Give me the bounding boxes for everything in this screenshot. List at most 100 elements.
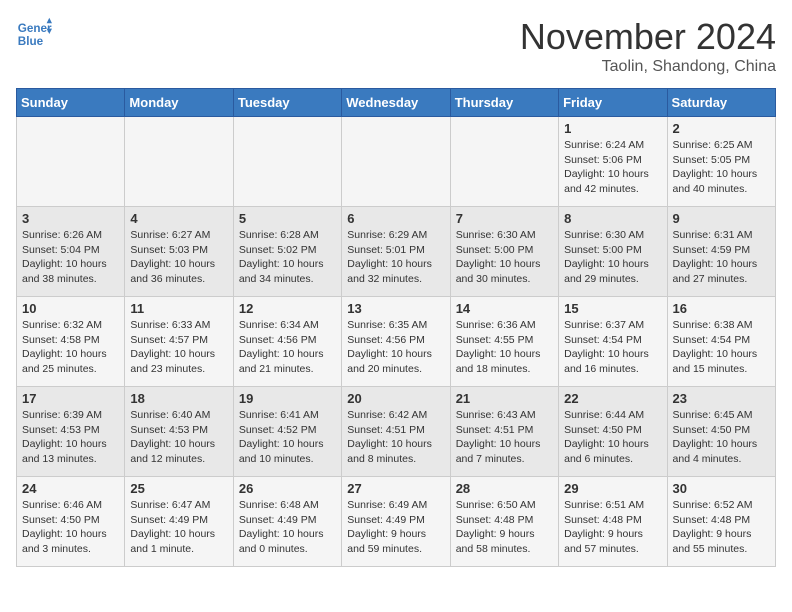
- day-cell: 11 Sunrise: 6:33 AM Sunset: 4:57 PM Dayli…: [125, 297, 233, 387]
- day-number: 24: [22, 481, 119, 496]
- day-cell: 24 Sunrise: 6:46 AM Sunset: 4:50 PM Dayli…: [17, 477, 125, 567]
- day-cell: 3Sunrise: 6:26 AM Sunset: 5:04 PM Daylig…: [17, 207, 125, 297]
- day-info: Sunrise: 6:33 AM Sunset: 4:57 PM Dayligh…: [130, 318, 227, 377]
- day-number: 18: [130, 391, 227, 406]
- day-number: 22: [564, 391, 661, 406]
- day-info: Sunrise: 6:42 AM Sunset: 4:51 PM Dayligh…: [347, 408, 444, 467]
- day-cell: 20Sunrise: 6:42 AM Sunset: 4:51 PM Dayli…: [342, 387, 450, 477]
- day-cell: 21 Sunrise: 6:43 AM Sunset: 4:51 PM Dayli…: [450, 387, 558, 477]
- calendar-table: SundayMondayTuesdayWednesdayThursdayFrid…: [16, 88, 776, 567]
- page-header: General Blue General Blue November 2024 …: [16, 16, 776, 76]
- day-number: 21: [456, 391, 553, 406]
- day-cell: 4 Sunrise: 6:27 AM Sunset: 5:03 PM Daylig…: [125, 207, 233, 297]
- header-tuesday: Tuesday: [233, 89, 341, 117]
- week-row-1: 1 Sunrise: 6:24 AM Sunset: 5:06 PM Daylig…: [17, 117, 776, 207]
- day-cell: 12 Sunrise: 6:34 AM Sunset: 4:56 PM Dayli…: [233, 297, 341, 387]
- week-row-4: 17 Sunrise: 6:39 AM Sunset: 4:53 PM Dayli…: [17, 387, 776, 477]
- day-number: 23: [673, 391, 770, 406]
- day-info: Sunrise: 6:46 AM Sunset: 4:50 PM Dayligh…: [22, 498, 119, 557]
- logo: General Blue General Blue: [16, 16, 52, 52]
- day-number: 13: [347, 301, 444, 316]
- day-number: 6: [347, 211, 444, 226]
- day-info: Sunrise: 6:25 AM Sunset: 5:05 PM Dayligh…: [673, 138, 770, 197]
- day-info: Sunrise: 6:40 AM Sunset: 4:53 PM Dayligh…: [130, 408, 227, 467]
- day-info: Sunrise: 6:27 AM Sunset: 5:03 PM Dayligh…: [130, 228, 227, 287]
- day-cell: 30 Sunrise: 6:52 AM Sunset: 4:48 PM Dayli…: [667, 477, 775, 567]
- location: Taolin, Shandong, China: [520, 58, 776, 76]
- day-info: Sunrise: 6:24 AM Sunset: 5:06 PM Dayligh…: [564, 138, 661, 197]
- day-info: Sunrise: 6:43 AM Sunset: 4:51 PM Dayligh…: [456, 408, 553, 467]
- day-cell: [233, 117, 341, 207]
- day-cell: 16 Sunrise: 6:38 AM Sunset: 4:54 PM Dayli…: [667, 297, 775, 387]
- header-thursday: Thursday: [450, 89, 558, 117]
- day-cell: 15Sunrise: 6:37 AM Sunset: 4:54 PM Dayli…: [559, 297, 667, 387]
- day-number: 15: [564, 301, 661, 316]
- day-info: Sunrise: 6:36 AM Sunset: 4:55 PM Dayligh…: [456, 318, 553, 377]
- day-cell: 27Sunrise: 6:49 AM Sunset: 4:49 PM Dayli…: [342, 477, 450, 567]
- day-info: Sunrise: 6:26 AM Sunset: 5:04 PM Dayligh…: [22, 228, 119, 287]
- day-cell: 22 Sunrise: 6:44 AM Sunset: 4:50 PM Dayli…: [559, 387, 667, 477]
- day-cell: [450, 117, 558, 207]
- day-info: Sunrise: 6:49 AM Sunset: 4:49 PM Dayligh…: [347, 498, 444, 557]
- day-number: 8: [564, 211, 661, 226]
- day-number: 10: [22, 301, 119, 316]
- day-cell: 17 Sunrise: 6:39 AM Sunset: 4:53 PM Dayli…: [17, 387, 125, 477]
- month-title: November 2024: [520, 16, 776, 58]
- day-info: Sunrise: 6:45 AM Sunset: 4:50 PM Dayligh…: [673, 408, 770, 467]
- day-cell: 8 Sunrise: 6:30 AM Sunset: 5:00 PM Daylig…: [559, 207, 667, 297]
- day-number: 1: [564, 121, 661, 136]
- day-cell: 23 Sunrise: 6:45 AM Sunset: 4:50 PM Dayli…: [667, 387, 775, 477]
- day-number: 7: [456, 211, 553, 226]
- day-info: Sunrise: 6:52 AM Sunset: 4:48 PM Dayligh…: [673, 498, 770, 557]
- day-number: 9: [673, 211, 770, 226]
- day-info: Sunrise: 6:29 AM Sunset: 5:01 PM Dayligh…: [347, 228, 444, 287]
- day-number: 28: [456, 481, 553, 496]
- day-cell: 26Sunrise: 6:48 AM Sunset: 4:49 PM Dayli…: [233, 477, 341, 567]
- day-number: 19: [239, 391, 336, 406]
- day-cell: 1 Sunrise: 6:24 AM Sunset: 5:06 PM Daylig…: [559, 117, 667, 207]
- day-info: Sunrise: 6:30 AM Sunset: 5:00 PM Dayligh…: [564, 228, 661, 287]
- week-row-2: 3Sunrise: 6:26 AM Sunset: 5:04 PM Daylig…: [17, 207, 776, 297]
- day-number: 2: [673, 121, 770, 136]
- day-info: Sunrise: 6:30 AM Sunset: 5:00 PM Dayligh…: [456, 228, 553, 287]
- day-cell: 18 Sunrise: 6:40 AM Sunset: 4:53 PM Dayli…: [125, 387, 233, 477]
- week-row-5: 24 Sunrise: 6:46 AM Sunset: 4:50 PM Dayli…: [17, 477, 776, 567]
- day-info: Sunrise: 6:28 AM Sunset: 5:02 PM Dayligh…: [239, 228, 336, 287]
- day-cell: [17, 117, 125, 207]
- day-info: Sunrise: 6:38 AM Sunset: 4:54 PM Dayligh…: [673, 318, 770, 377]
- day-number: 30: [673, 481, 770, 496]
- header-friday: Friday: [559, 89, 667, 117]
- day-info: Sunrise: 6:35 AM Sunset: 4:56 PM Dayligh…: [347, 318, 444, 377]
- day-cell: [125, 117, 233, 207]
- header-sunday: Sunday: [17, 89, 125, 117]
- header-saturday: Saturday: [667, 89, 775, 117]
- day-cell: 29Sunrise: 6:51 AM Sunset: 4:48 PM Dayli…: [559, 477, 667, 567]
- day-cell: 10Sunrise: 6:32 AM Sunset: 4:58 PM Dayli…: [17, 297, 125, 387]
- header-monday: Monday: [125, 89, 233, 117]
- day-number: 11: [130, 301, 227, 316]
- day-info: Sunrise: 6:34 AM Sunset: 4:56 PM Dayligh…: [239, 318, 336, 377]
- day-cell: 9Sunrise: 6:31 AM Sunset: 4:59 PM Daylig…: [667, 207, 775, 297]
- day-info: Sunrise: 6:47 AM Sunset: 4:49 PM Dayligh…: [130, 498, 227, 557]
- day-number: 17: [22, 391, 119, 406]
- header-wednesday: Wednesday: [342, 89, 450, 117]
- day-cell: 5 Sunrise: 6:28 AM Sunset: 5:02 PM Daylig…: [233, 207, 341, 297]
- day-info: Sunrise: 6:44 AM Sunset: 4:50 PM Dayligh…: [564, 408, 661, 467]
- svg-text:Blue: Blue: [18, 35, 44, 48]
- day-info: Sunrise: 6:51 AM Sunset: 4:48 PM Dayligh…: [564, 498, 661, 557]
- day-cell: 14Sunrise: 6:36 AM Sunset: 4:55 PM Dayli…: [450, 297, 558, 387]
- day-cell: 28 Sunrise: 6:50 AM Sunset: 4:48 PM Dayli…: [450, 477, 558, 567]
- day-cell: 13 Sunrise: 6:35 AM Sunset: 4:56 PM Dayli…: [342, 297, 450, 387]
- day-number: 12: [239, 301, 336, 316]
- day-number: 25: [130, 481, 227, 496]
- day-number: 16: [673, 301, 770, 316]
- day-info: Sunrise: 6:48 AM Sunset: 4:49 PM Dayligh…: [239, 498, 336, 557]
- week-row-3: 10Sunrise: 6:32 AM Sunset: 4:58 PM Dayli…: [17, 297, 776, 387]
- day-info: Sunrise: 6:50 AM Sunset: 4:48 PM Dayligh…: [456, 498, 553, 557]
- day-cell: 7 Sunrise: 6:30 AM Sunset: 5:00 PM Daylig…: [450, 207, 558, 297]
- day-number: 5: [239, 211, 336, 226]
- logo-icon: General Blue: [16, 16, 52, 52]
- day-cell: [342, 117, 450, 207]
- day-number: 4: [130, 211, 227, 226]
- day-info: Sunrise: 6:39 AM Sunset: 4:53 PM Dayligh…: [22, 408, 119, 467]
